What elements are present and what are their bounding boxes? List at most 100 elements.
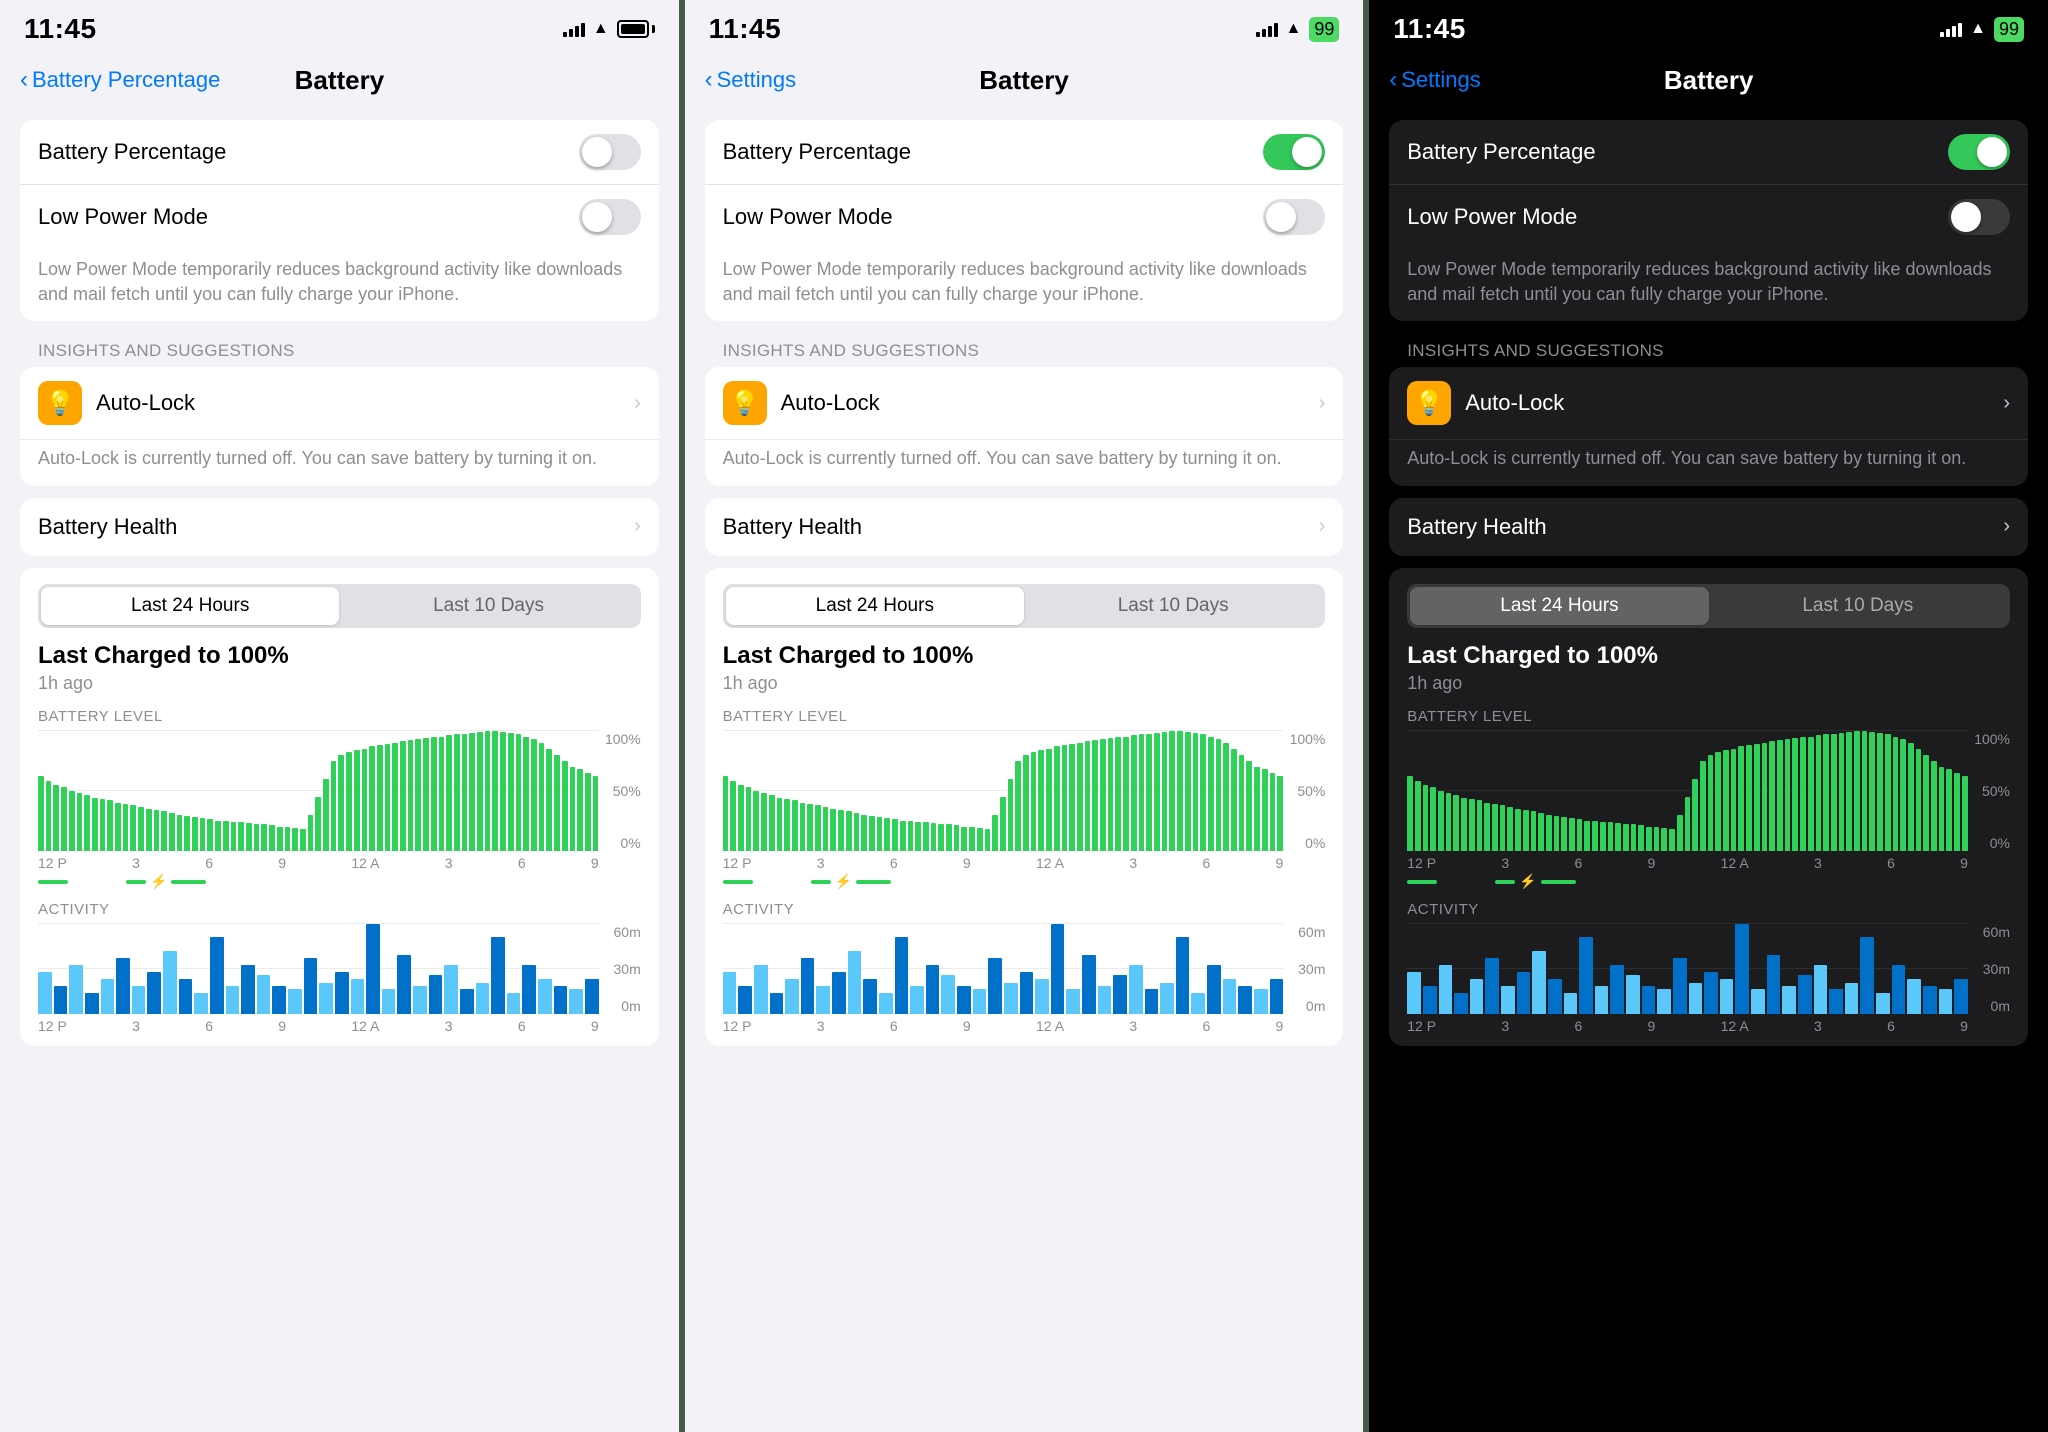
chart-card-2: Last 24 Hours Last 10 Days Last Charged … (705, 568, 1344, 1046)
pct-100-1: 100% (601, 731, 641, 747)
battery-time-labels-2: 12 P 3 6 9 12 A 3 6 9 (723, 855, 1284, 871)
back-arrow-2: ‹ (705, 66, 713, 94)
battery-health-row-1[interactable]: Battery Health › (20, 498, 659, 556)
charging-lightning-3: ⚡ (1519, 873, 1536, 890)
low-power-toggle-1[interactable] (579, 199, 641, 235)
activity-chart-2: 60m 30m 0m 12 P 3 6 9 12 A 3 6 9 (723, 924, 1326, 1034)
auto-lock-label-2: Auto-Lock (781, 390, 1305, 416)
last-charged-time-3: 1h ago (1407, 673, 2010, 694)
toggle-knob-2 (582, 202, 612, 232)
last-charged-2: Last Charged to 100% (723, 642, 1326, 670)
battery-health-chevron-3: › (2003, 515, 2010, 538)
back-label-1: Battery Percentage (32, 67, 220, 93)
tab-last10-1[interactable]: Last 10 Days (339, 587, 637, 625)
auto-lock-row-3[interactable]: 💡 Auto-Lock › (1389, 367, 2028, 439)
insights-card-3: 💡 Auto-Lock › Auto-Lock is currently tur… (1389, 367, 2028, 485)
battery-percentage-label-1: Battery Percentage (38, 139, 226, 165)
activity-time-labels-2: 12 P 3 6 9 12 A 3 6 9 (723, 1018, 1284, 1034)
low-power-row-3: Low Power Mode (1389, 184, 2028, 249)
activity-chart-1: 60m 30m 0m 12 P 3 6 9 12 A 3 6 9 (38, 924, 641, 1034)
charging-indicators-1: ⚡ (38, 875, 641, 889)
battery-chart-labels-2: 100% 50% 0% (1285, 731, 1325, 851)
low-power-toggle-3[interactable] (1948, 199, 2010, 235)
battery-icon-2: 99 (1309, 17, 1339, 42)
battery-percentage-toggle-2[interactable] (1263, 134, 1325, 170)
battery-percentage-row-1: Battery Percentage (20, 120, 659, 184)
insights-card-1: 💡 Auto-Lock › Auto-Lock is currently tur… (20, 367, 659, 485)
tab-last24-1[interactable]: Last 24 Hours (41, 587, 339, 625)
battery-percentage-toggle-3[interactable] (1948, 134, 2010, 170)
battery-health-label-3: Battery Health (1407, 514, 1546, 540)
nav-bar-1: ‹ Battery Percentage Battery (0, 52, 679, 108)
battery-health-row-2[interactable]: Battery Health › (705, 498, 1344, 556)
nav-title-1: Battery (295, 65, 385, 96)
toggle-knob-3 (1292, 137, 1322, 167)
nav-title-3: Battery (1664, 65, 1754, 96)
last-charged-time-2: 1h ago (723, 673, 1326, 694)
auto-lock-row-1[interactable]: 💡 Auto-Lock › (20, 367, 659, 439)
tab-last10-3[interactable]: Last 10 Days (1709, 587, 2007, 625)
insights-header-1: INSIGHTS AND SUGGESTIONS (0, 333, 679, 367)
auto-lock-chevron-3: › (2003, 392, 2010, 415)
wifi-icon-1: ▲ (593, 20, 609, 38)
battery-time-labels-3: 12 P 3 6 9 12 A 3 6 9 (1407, 855, 1968, 871)
insights-header-3: INSIGHTS AND SUGGESTIONS (1369, 333, 2048, 367)
battery-chart-labels-1: 100% 50% 0% (601, 731, 641, 851)
activity-chart-labels-2: 60m 30m 0m (1285, 924, 1325, 1014)
auto-lock-row-2[interactable]: 💡 Auto-Lock › (705, 367, 1344, 439)
battery-health-label-2: Battery Health (723, 514, 862, 540)
toggle-knob-5 (1977, 137, 2007, 167)
battery-level-label-2: BATTERY LEVEL (723, 708, 1326, 725)
battery-percent-3: 99 (1994, 17, 2024, 42)
status-icons-3: ▲ 99 (1940, 17, 2024, 42)
last-charged-3: Last Charged to 100% (1407, 642, 2010, 670)
low-power-row-2: Low Power Mode (705, 184, 1344, 249)
battery-health-chevron-2: › (1319, 515, 1326, 538)
battery-health-card-1[interactable]: Battery Health › (20, 498, 659, 556)
chart-card-1: Last 24 Hours Last 10 Days Last Charged … (20, 568, 659, 1046)
auto-lock-label-3: Auto-Lock (1465, 390, 1989, 416)
charging-lightning-1: ⚡ (150, 873, 167, 890)
low-power-label-1: Low Power Mode (38, 204, 208, 230)
battery-percentage-toggle-1[interactable] (579, 134, 641, 170)
content-2: Battery Percentage Low Power Mode Low Po… (685, 108, 1364, 1432)
back-button-1[interactable]: ‹ Battery Percentage (20, 67, 220, 94)
nav-bar-2: ‹ Settings Battery (685, 52, 1364, 108)
tab-last24-3[interactable]: Last 24 Hours (1410, 587, 1708, 625)
tabs-1: Last 24 Hours Last 10 Days (38, 584, 641, 628)
low-power-label-2: Low Power Mode (723, 204, 893, 230)
signal-icon-3 (1940, 21, 1962, 37)
act-0m-1: 0m (601, 998, 641, 1014)
back-label-2: Settings (717, 67, 797, 93)
tab-last24-2[interactable]: Last 24 Hours (726, 587, 1024, 625)
auto-lock-desc-2: Auto-Lock is currently turned off. You c… (705, 439, 1344, 485)
charging-indicators-2: ⚡ (723, 875, 1326, 889)
battery-health-card-2[interactable]: Battery Health › (705, 498, 1344, 556)
low-power-desc-3: Low Power Mode temporarily reduces backg… (1389, 249, 2028, 321)
battery-health-row-3[interactable]: Battery Health › (1389, 498, 2028, 556)
back-arrow-1: ‹ (20, 66, 28, 94)
low-power-desc-1: Low Power Mode temporarily reduces backg… (20, 249, 659, 321)
battery-time-labels-1: 12 P 3 6 9 12 A 3 6 9 (38, 855, 599, 871)
tab-last10-2[interactable]: Last 10 Days (1024, 587, 1322, 625)
back-button-3[interactable]: ‹ Settings (1389, 67, 1481, 94)
status-icons-2: ▲ 99 (1256, 17, 1340, 42)
signal-icon-1 (563, 21, 585, 37)
battery-chart-3: 100% 50% 0% 12 P 3 6 9 12 A 3 6 9 (1407, 731, 2010, 871)
low-power-label-3: Low Power Mode (1407, 204, 1577, 230)
activity-bars-3 (1407, 924, 1968, 1014)
battery-health-card-3[interactable]: Battery Health › (1389, 498, 2028, 556)
low-power-row-1: Low Power Mode (20, 184, 659, 249)
low-power-toggle-2[interactable] (1263, 199, 1325, 235)
status-bar-3: 11:45 ▲ 99 (1369, 0, 2048, 52)
back-arrow-3: ‹ (1389, 66, 1397, 94)
back-button-2[interactable]: ‹ Settings (705, 67, 797, 94)
activity-bars-1 (38, 924, 599, 1014)
auto-lock-icon-3: 💡 (1407, 381, 1451, 425)
act-30m-1: 30m (601, 961, 641, 977)
status-icons-1: ▲ (563, 20, 655, 38)
activity-bars-2 (723, 924, 1284, 1014)
nav-title-2: Battery (979, 65, 1069, 96)
auto-lock-chevron-1: › (634, 392, 641, 415)
charging-lightning-2: ⚡ (835, 873, 852, 890)
